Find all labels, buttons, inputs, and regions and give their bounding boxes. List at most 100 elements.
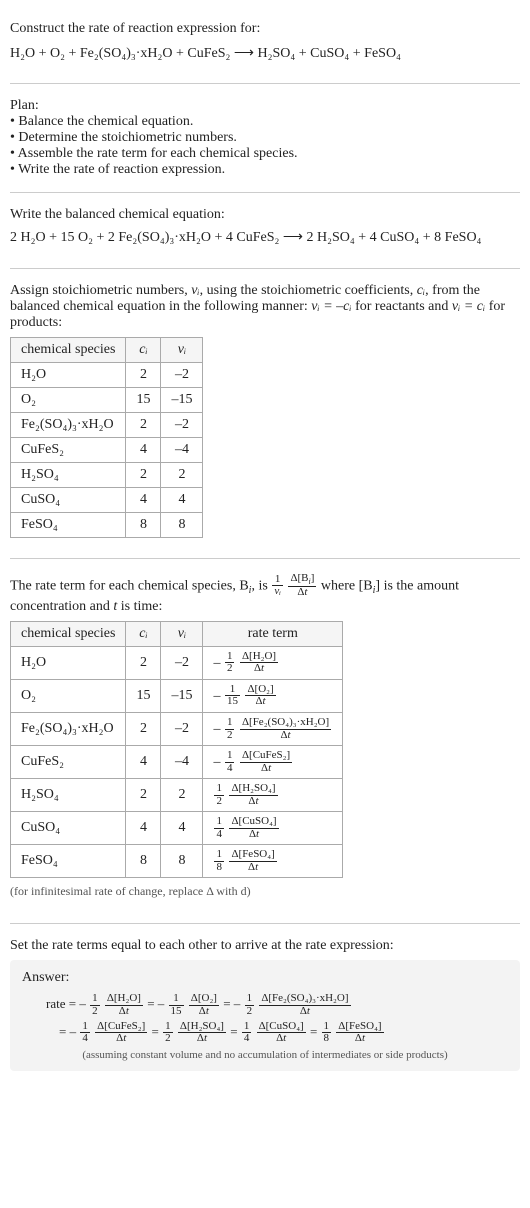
table-row: FeSO₄88 [11,512,203,537]
rateterm-table: chemical species cᵢ νᵢ rate term H₂O2–2–… [10,621,343,879]
plan-item: • Write the rate of reaction expression. [10,162,520,178]
cell-v: –4 [161,437,203,462]
text: cᵢ [139,342,147,357]
cell-v: –2 [161,412,203,437]
cell-c: 8 [126,845,161,878]
cell-rateterm: – 115 Δ[O₂]Δt [203,679,343,712]
cell-c: 4 [126,746,161,779]
stoich-section: Assign stoichiometric numbers, νᵢ, using… [10,275,520,552]
table-row: CuFeS₂4–4– 14 Δ[CuFeS₂]Δt [11,746,343,779]
delta-frac: Δ[Bi]Δt [288,573,316,599]
col-species: chemical species [11,621,126,646]
cell-v: –2 [161,646,203,679]
nu-i: νᵢ [191,283,199,298]
intro-line: Construct the rate of reaction expressio… [10,18,520,39]
text: νᵢ [178,342,186,357]
cell-species: FeSO₄ [11,512,126,537]
table-row: Fe₂(SO₄)₃·xH₂O2–2 [11,412,203,437]
cell-v: 8 [161,512,203,537]
plan-header: Plan: [10,98,520,114]
cell-v: 4 [161,812,203,845]
text: where [B [321,578,373,593]
text: Assign stoichiometric numbers, [10,283,191,298]
cell-c: 8 [126,512,161,537]
table-row: O₂15–15 [11,387,203,412]
stoich-table: chemical species cᵢ νᵢ H₂O2–2 O₂15–15 Fe… [10,337,203,538]
col-ci: cᵢ [126,621,161,646]
cell-species: CuSO₄ [11,487,126,512]
table-row: FeSO₄88 18 Δ[FeSO₄]Δt [11,845,343,878]
text: , is [251,578,271,593]
plan-item-text: Balance the chemical equation. [18,114,193,129]
text: νᵢ [178,626,186,641]
rate-expression: rate = – 12 Δ[H₂O]Δt = – 115 Δ[O₂]Δt = –… [46,990,508,1045]
table-row: H₂SO₄22 [11,462,203,487]
cell-v: 4 [161,487,203,512]
cell-species: Fe₂(SO₄)₃·xH₂O [11,412,126,437]
cell-v: –2 [161,362,203,387]
col-ci: cᵢ [126,337,161,362]
rateterm-section: The rate term for each chemical species,… [10,565,520,918]
answer-box: Answer: rate = – 12 Δ[H₂O]Δt = – 115 Δ[O… [10,960,520,1071]
divider [10,83,520,84]
cell-rateterm: 14 Δ[CuSO₄]Δt [203,812,343,845]
cell-species: CuFeS₂ [11,746,126,779]
table-row: H₂O2–2 [11,362,203,387]
table-row: CuFeS₂4–4 [11,437,203,462]
col-species: chemical species [11,337,126,362]
text: is time: [117,599,162,614]
cell-rateterm: 12 Δ[H₂SO₄]Δt [203,779,343,812]
text: for reactants and [352,299,452,314]
cell-v: 8 [161,845,203,878]
cell-rateterm: 18 Δ[FeSO₄]Δt [203,845,343,878]
cell-c: 2 [126,462,161,487]
table-header-row: chemical species cᵢ νᵢ rate term [11,621,343,646]
table-row: Fe₂(SO₄)₃·xH₂O2–2– 12 Δ[Fe₂(SO₄)₃·xH₂O]Δ… [11,713,343,746]
text: The rate term for each chemical species,… [10,578,249,593]
cell-species: O₂ [11,387,126,412]
balanced-header: Write the balanced chemical equation: [10,207,520,223]
cell-species: CuFeS₂ [11,437,126,462]
divider [10,192,520,193]
cell-species: FeSO₄ [11,845,126,878]
table-row: H₂SO₄22 12 Δ[H₂SO₄]Δt [11,779,343,812]
col-vi: νᵢ [161,621,203,646]
text: cᵢ [139,626,147,641]
col-rateterm: rate term [203,621,343,646]
intro-section: Construct the rate of reaction expressio… [10,10,520,77]
balanced-equation: 2 H₂O + 15 O₂ + 2 Fe₂(SO₄)₃·xH₂O + 4 CuF… [10,227,520,249]
text: , using the stoichiometric coefficients, [200,283,417,298]
rel-react: νᵢ = –cᵢ [311,299,351,314]
plan-item-text: Write the rate of reaction expression. [18,162,225,177]
divider [10,923,520,924]
coef-frac: 1νᵢ [272,574,283,598]
cell-c: 15 [126,387,161,412]
answer-label: Answer: [22,970,508,986]
cell-v: –15 [161,679,203,712]
rel-prod: νᵢ = cᵢ [452,299,485,314]
plan-section: Plan: • Balance the chemical equation. •… [10,90,520,186]
cell-species: CuSO₄ [11,812,126,845]
c-i: cᵢ [417,283,425,298]
cell-species: H₂O [11,362,126,387]
cell-c: 4 [126,487,161,512]
rateterm-intro: The rate term for each chemical species,… [10,573,520,615]
plan-item-text: Determine the stoichiometric numbers. [18,130,237,145]
stoich-intro: Assign stoichiometric numbers, νᵢ, using… [10,283,520,331]
plan-item-text: Assemble the rate term for each chemical… [18,146,298,161]
final-header: Set the rate terms equal to each other t… [10,938,520,954]
divider [10,268,520,269]
cell-c: 2 [126,412,161,437]
plan-item: • Determine the stoichiometric numbers. [10,130,520,146]
cell-v: 2 [161,779,203,812]
cell-c: 2 [126,646,161,679]
table-row: H₂O2–2– 12 Δ[H₂O]Δt [11,646,343,679]
cell-c: 2 [126,362,161,387]
cell-c: 2 [126,779,161,812]
cell-rateterm: – 12 Δ[H₂O]Δt [203,646,343,679]
cell-c: 15 [126,679,161,712]
cell-species: H₂O [11,646,126,679]
cell-v: –2 [161,713,203,746]
cell-species: H₂SO₄ [11,462,126,487]
balanced-section: Write the balanced chemical equation: 2 … [10,199,520,261]
